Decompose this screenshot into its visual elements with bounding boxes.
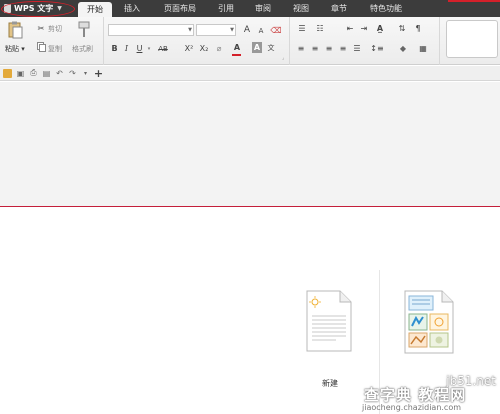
clear-highlight-icon[interactable]: ⌀: [214, 43, 224, 54]
strikethrough-button[interactable]: AB: [156, 43, 170, 54]
undo-icon[interactable]: ↶: [55, 69, 64, 78]
new-document-label[interactable]: 新建: [314, 378, 346, 389]
clipboard-group: 粘贴 ▾ ✂ 剪切 复制 格式刷: [0, 17, 104, 65]
font-group: ▼ ▼ A A ⌫ B I U ▾ AB X² X₂ ⌀ A A 文 ⌟: [104, 17, 290, 65]
phonetic-guide-button[interactable]: 文: [266, 42, 276, 53]
italic-button[interactable]: I: [122, 43, 131, 54]
cut-button[interactable]: 剪切: [48, 24, 62, 34]
align-left-icon[interactable]: ≡: [296, 43, 306, 53]
print-icon[interactable]: ⎙: [29, 68, 38, 78]
sort-icon[interactable]: ⇅: [396, 23, 408, 34]
ribbon-start: 粘贴 ▾ ✂ 剪切 复制 格式刷 ▼ ▼ A A ⌫ B I U ▾ AB X²…: [0, 17, 500, 65]
highlight-annotation-ring: [1, 1, 75, 17]
save-icon[interactable]: ▣: [16, 69, 25, 78]
align-center-icon[interactable]: ≡: [310, 43, 320, 53]
font-name-select[interactable]: ▼: [108, 24, 194, 36]
bold-button[interactable]: B: [110, 43, 119, 54]
open-icon[interactable]: [3, 68, 12, 78]
redo-icon[interactable]: ↷: [68, 69, 77, 78]
paste-icon[interactable]: [6, 20, 24, 40]
paste-button[interactable]: 粘贴 ▾: [5, 44, 25, 54]
line-spacing-icon[interactable]: ↕≡: [370, 43, 384, 53]
char-shading-button[interactable]: A: [252, 42, 262, 53]
blank-document-icon: [306, 290, 352, 352]
template-document-button[interactable]: [404, 290, 454, 354]
menu-bar: WPS 文字 ▼ 开始 插入 页面布局 引用 审阅 视图 章节 特色功能: [0, 0, 500, 17]
tab-view[interactable]: 视图: [282, 0, 320, 17]
format-painter-icon[interactable]: [76, 20, 92, 40]
tab-review[interactable]: 审阅: [244, 0, 282, 17]
decrease-indent-icon[interactable]: ⇤: [344, 23, 356, 34]
watermark: jb51.net 查字典 教程网 jiaocheng.chazidian.com: [360, 374, 500, 414]
chevron-down-icon: ▼: [230, 27, 234, 33]
template-document-icon: [404, 290, 454, 354]
font-color-button[interactable]: A: [232, 42, 242, 53]
font-size-select[interactable]: ▼: [196, 24, 236, 36]
red-accent-bar: [448, 0, 500, 2]
underline-button[interactable]: U: [135, 43, 144, 54]
wps-app-menu-button[interactable]: WPS 文字 ▼: [0, 0, 78, 17]
increase-indent-icon[interactable]: ⇥: [358, 23, 370, 34]
watermark-brand: 查字典 教程网: [364, 386, 467, 404]
tab-insert[interactable]: 插入: [112, 0, 152, 17]
copy-icon[interactable]: [36, 42, 46, 52]
distributed-icon[interactable]: ☰: [352, 43, 362, 53]
copy-button[interactable]: 复制: [48, 44, 62, 54]
borders-icon[interactable]: ▦: [418, 43, 428, 53]
tab-chapter[interactable]: 章节: [320, 0, 358, 17]
customize-icon[interactable]: ▾: [81, 69, 90, 78]
tab-page-layout[interactable]: 页面布局: [152, 0, 208, 17]
new-tab-icon[interactable]: +: [94, 67, 103, 80]
chevron-down-icon: ▼: [188, 27, 192, 33]
watermark-domain: jiaocheng.chazidian.com: [362, 403, 462, 412]
tab-features[interactable]: 特色功能: [358, 0, 414, 17]
shading-icon[interactable]: ◆: [398, 43, 408, 53]
clear-format-icon[interactable]: ⌫: [270, 24, 282, 36]
style-gallery[interactable]: [446, 20, 498, 58]
chinese-layout-icon[interactable]: A̲: [374, 23, 386, 34]
print-preview-icon[interactable]: ▤: [42, 69, 51, 78]
justify-icon[interactable]: ≡: [338, 43, 348, 53]
scissors-icon[interactable]: ✂: [36, 23, 46, 33]
align-right-icon[interactable]: ≡: [324, 43, 334, 53]
show-marks-icon[interactable]: ¶: [412, 23, 424, 34]
wps-writer-window: WPS 文字 ▼ 开始 插入 页面布局 引用 审阅 视图 章节 特色功能 粘贴 …: [0, 0, 500, 414]
bullet-list-icon[interactable]: ☰: [296, 23, 308, 34]
tab-start[interactable]: 开始: [78, 2, 112, 17]
grow-font-icon[interactable]: A: [242, 24, 252, 36]
quick-access-toolbar: ▣ ⎙ ▤ ↶ ↷ ▾ +: [0, 66, 500, 81]
chevron-down-icon[interactable]: ▾: [146, 43, 152, 54]
tab-references[interactable]: 引用: [208, 0, 244, 17]
superscript-button[interactable]: X²: [183, 43, 195, 54]
numbered-list-icon[interactable]: ☷: [314, 23, 326, 34]
shrink-font-icon[interactable]: A: [256, 25, 266, 37]
font-color-swatch: [232, 54, 241, 56]
font-dialog-launcher-icon[interactable]: ⌟: [282, 55, 284, 61]
format-painter-button[interactable]: 格式刷: [72, 44, 93, 54]
paste-label: 粘贴: [5, 45, 19, 53]
subscript-button[interactable]: X₂: [198, 43, 210, 54]
paragraph-group: ☰ ☷ ⇤ ⇥ A̲ ⇅ ¶ ≡ ≡ ≡ ≡ ☰ ↕≡ ◆ ▦: [290, 17, 440, 65]
new-document-button[interactable]: [306, 290, 352, 352]
document-area: [0, 82, 500, 206]
